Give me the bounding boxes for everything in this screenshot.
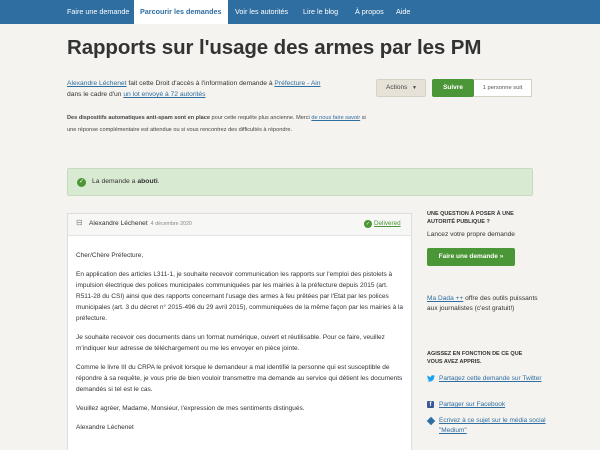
contact-link[interactable]: de nous faire savoir xyxy=(311,115,360,121)
notice-bold: Des dispositifs automatiques anti-spam s… xyxy=(67,115,210,121)
make-request-button[interactable]: Faire une demande » xyxy=(427,248,515,266)
anti-spam-notice: Des dispositifs automatiques anti-spam s… xyxy=(67,112,367,136)
message-paragraph: En application des articles L311-1, je s… xyxy=(76,271,404,322)
message-author: Alexandre Léchenet 4 décembre 2020 xyxy=(89,220,192,227)
share-medium-label: Ecrivez à ce sujet sur le média social "… xyxy=(439,417,546,434)
nav-make-request[interactable]: Faire une demande xyxy=(67,0,129,24)
status-value: abouti xyxy=(137,178,158,185)
requester-link[interactable]: Alexandre Léchenet xyxy=(67,80,127,87)
status-banner: ✓ La demande a abouti. xyxy=(67,168,533,196)
question-text: Lancez votre propre demande xyxy=(427,231,515,238)
share-heading: Agissez en fonction de ce que vous avez … xyxy=(427,351,523,365)
authority-link[interactable]: Préfecture - Ain xyxy=(274,80,320,87)
actions-label: Actions xyxy=(386,84,408,91)
follower-count: 1 personne suit xyxy=(474,79,532,97)
nav-help[interactable]: Aide xyxy=(396,0,410,24)
batch-link[interactable]: un lot envoyé à 72 autorités xyxy=(123,91,205,98)
message-paragraph: Veuillez agréer, Madame, Monsieur, l'exp… xyxy=(76,405,305,412)
madada-promo: Ma Dada ++ offre des outils puissants au… xyxy=(427,294,539,314)
delivered-status-link[interactable]: Delivered xyxy=(374,220,401,227)
message-paragraph: Comme le livre III du CRPA le prévoit lo… xyxy=(76,364,403,393)
message-paragraph: Cher/Chère Préfecture, xyxy=(76,252,144,259)
message-date: 4 décembre 2020 xyxy=(150,221,192,227)
message-signature: Alexandre Léchenet xyxy=(76,424,134,431)
status-text: La demande a abouti. xyxy=(92,178,160,185)
share-facebook-label: Partager sur Facebook xyxy=(439,401,506,408)
nav-browse-requests[interactable]: Parcourir les demandes xyxy=(134,0,228,24)
collapse-icon[interactable]: ⊟ xyxy=(76,218,83,227)
check-circle-icon: ✓ xyxy=(77,178,86,187)
facebook-icon: f xyxy=(427,401,434,408)
follow-button[interactable]: Suivre xyxy=(432,79,474,97)
nav-about[interactable]: À propos xyxy=(355,0,384,24)
nav-authorities[interactable]: Voir les autorités xyxy=(235,0,288,24)
twitter-icon xyxy=(427,375,435,382)
request-intro: Alexandre Léchenet fait cette Droit d'ac… xyxy=(67,78,367,100)
message-body: Cher/Chère Préfecture, En application de… xyxy=(76,250,406,441)
actions-dropdown[interactable]: Actions ▼ xyxy=(376,79,426,97)
intro-text: fait cette Droit d'accès à l'information… xyxy=(126,80,275,87)
correspondence-card: ⊟ Alexandre Léchenet 4 décembre 2020 ✓ De… xyxy=(67,213,412,450)
correspondence-header[interactable]: ⊟ Alexandre Léchenet 4 décembre 2020 ✓ De… xyxy=(68,214,411,236)
message-paragraph: Je souhaite recevoir ces documents dans … xyxy=(76,334,385,352)
question-heading: Une question à poser à une autorité publ… xyxy=(427,211,514,225)
caret-down-icon: ▼ xyxy=(412,85,417,91)
share-twitter-label: Partagez cette demande sur Twitter xyxy=(439,375,542,382)
notice-text: pour cette requête plus ancienne. Merci xyxy=(209,115,312,121)
delivered-check-icon: ✓ xyxy=(364,220,372,228)
intro-text-2: dans le cadre d'un xyxy=(67,91,124,98)
top-nav: Faire une demande Parcourir les demandes… xyxy=(0,0,600,24)
nav-blog[interactable]: Lire le blog xyxy=(303,0,338,24)
page-title: Rapports sur l'usage des armes par les P… xyxy=(67,36,482,59)
medium-icon xyxy=(426,416,436,426)
madada-link[interactable]: Ma Dada ++ xyxy=(427,295,463,302)
